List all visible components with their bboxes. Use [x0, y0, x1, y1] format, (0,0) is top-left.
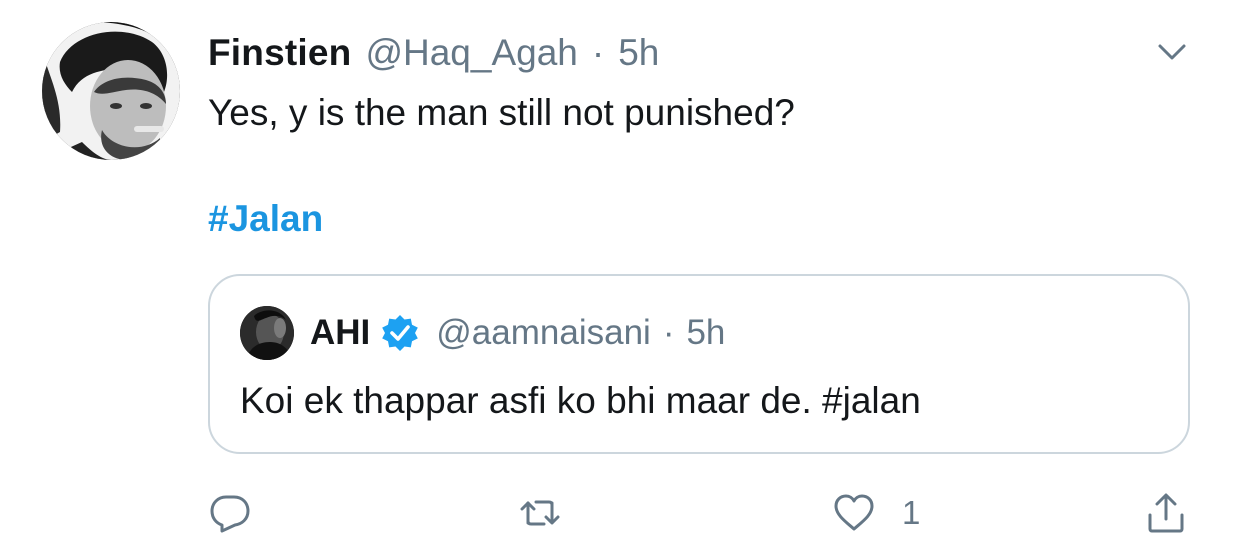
tweet-text: Yes, y is the man still not punished? — [208, 92, 795, 133]
quoted-tweet[interactable]: AHI @aamnaisani · 5h Koi ek thappar asfi… — [208, 274, 1190, 454]
chevron-down-icon — [1158, 44, 1186, 60]
like-button[interactable]: 1 — [832, 488, 920, 538]
separator-dot: · — [591, 32, 605, 73]
like-count: 1 — [902, 494, 921, 531]
quoted-tweet-text: Koi ek thappar asfi ko bhi maar de. #jal… — [240, 380, 921, 421]
more-options-button[interactable] — [1152, 36, 1192, 68]
share-icon — [1148, 493, 1184, 533]
avatar-image — [240, 306, 294, 360]
share-button[interactable] — [1144, 488, 1188, 538]
reply-button[interactable] — [208, 488, 252, 538]
heart-icon — [834, 494, 874, 531]
retweet-button[interactable] — [518, 488, 562, 538]
retweet-icon — [520, 500, 560, 526]
quoted-author-name[interactable]: AHI — [310, 313, 370, 353]
avatar-image — [42, 22, 180, 160]
author-avatar[interactable] — [42, 22, 180, 160]
separator-dot: · — [662, 313, 675, 352]
reply-icon — [210, 495, 250, 533]
verified-badge-icon — [380, 313, 420, 353]
tweet-actions: 1 — [208, 488, 1198, 538]
author-handle[interactable]: @Haq_Agah — [365, 32, 577, 74]
tweet: Finstien @Haq_Agah · 5h Yes, y is the ma… — [0, 0, 1238, 550]
tweet-header: Finstien @Haq_Agah · 5h — [208, 28, 659, 78]
tweet-timestamp[interactable]: 5h — [618, 32, 659, 74]
hashtag-link[interactable]: #Jalan — [208, 194, 323, 244]
quoted-tweet-timestamp[interactable]: 5h — [686, 313, 725, 353]
quoted-author-handle[interactable]: @aamnaisani — [436, 313, 651, 353]
author-name[interactable]: Finstien — [208, 32, 351, 74]
quoted-author-avatar[interactable] — [240, 306, 294, 360]
quoted-tweet-header: AHI @aamnaisani · 5h — [310, 306, 725, 360]
